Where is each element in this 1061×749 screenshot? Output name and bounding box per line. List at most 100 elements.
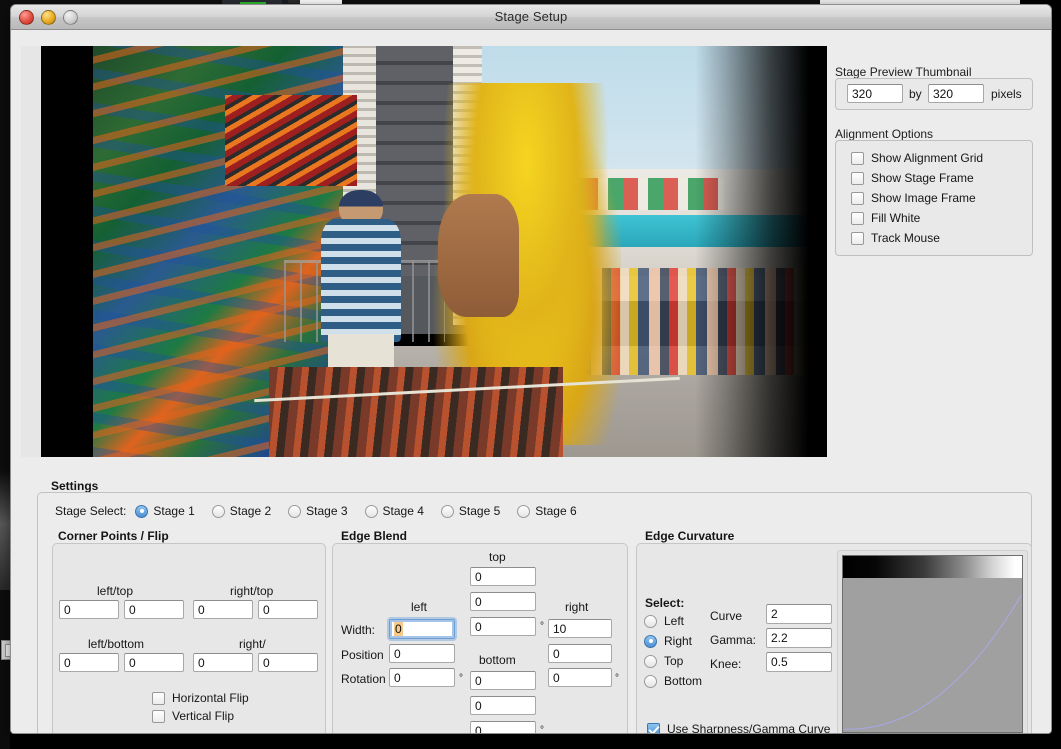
curvature-knee-input[interactable] xyxy=(766,652,832,672)
checkbox-box[interactable] xyxy=(851,191,864,205)
preview-edge-blend-overlay xyxy=(695,46,827,457)
degree-symbol-right: ° xyxy=(615,673,619,684)
checkbox-vertical-flip[interactable]: Vertical Flip xyxy=(152,709,234,723)
corner-right-bottom-x[interactable] xyxy=(193,653,253,672)
checkbox-horizontal-flip[interactable]: Horizontal Flip xyxy=(152,691,249,705)
gamma-curve-graph[interactable] xyxy=(837,550,1028,733)
radio-stage-5[interactable]: Stage 5 xyxy=(440,504,500,518)
checkbox-track-mouse[interactable]: Track Mouse xyxy=(851,231,940,245)
edge-blend-bottom-rotation[interactable] xyxy=(470,721,536,733)
label-gamma: Gamma: xyxy=(710,633,757,647)
label-rotation: Rotation xyxy=(341,672,386,686)
desktop-background: Stage Setup Stage Preview Thumbnail 320 … xyxy=(0,0,1061,749)
edge-blend-right-position[interactable] xyxy=(548,644,612,663)
radio-stage-6[interactable]: Stage 6 xyxy=(517,504,577,518)
edge-blend-title: Edge Blend xyxy=(341,529,408,543)
edge-blend-bottom-width[interactable] xyxy=(470,671,536,690)
alignment-group-label: Alignment Options xyxy=(835,127,934,141)
edge-blend-left-position[interactable] xyxy=(389,644,455,663)
label-bottom: bottom xyxy=(479,653,516,667)
stage-preview-image[interactable] xyxy=(41,46,827,457)
radio-dot[interactable] xyxy=(644,634,657,648)
background-left-window xyxy=(0,0,10,749)
edge-blend-right-rotation[interactable] xyxy=(548,668,612,687)
checkbox-box[interactable] xyxy=(851,151,864,165)
edge-blend-top-rotation[interactable] xyxy=(470,617,536,636)
radio-dot[interactable] xyxy=(211,504,225,518)
corner-points-title: Corner Points / Flip xyxy=(58,529,169,543)
label-right-bottom: right/ xyxy=(239,637,266,651)
stage-select-label: Stage Select: xyxy=(55,504,127,518)
radio-dot[interactable] xyxy=(288,504,302,518)
preview-letterbox-left xyxy=(41,46,93,457)
corner-right-bottom-y[interactable] xyxy=(258,653,318,672)
checkbox-label: Show Alignment Grid xyxy=(871,151,984,165)
thumbnail-width-input[interactable] xyxy=(847,84,903,103)
label-left-top: left/top xyxy=(97,584,134,598)
checkbox-box[interactable] xyxy=(152,709,165,723)
corner-left-bottom-x[interactable] xyxy=(59,653,119,672)
thumbnail-by-label: by xyxy=(909,87,922,101)
radio-dot[interactable] xyxy=(364,504,378,518)
stage-setup-window: Stage Setup Stage Preview Thumbnail 320 … xyxy=(10,4,1052,734)
stage-preview-panel[interactable] xyxy=(21,46,827,457)
radio-stage-2[interactable]: Stage 2 xyxy=(211,504,272,518)
label-curve: Curve xyxy=(710,609,743,623)
radio-dot[interactable] xyxy=(644,614,657,628)
corner-left-top-y[interactable] xyxy=(124,600,184,619)
label-knee: Knee: xyxy=(710,657,742,671)
degree-symbol-bottom: ° xyxy=(540,725,544,734)
radio-label: Left xyxy=(664,614,685,628)
degree-symbol-top: ° xyxy=(540,621,544,632)
checkbox-use-sharpness-gamma-curve[interactable]: Use Sharpness/Gamma Curve xyxy=(647,722,830,733)
edge-blend-left-rotation[interactable] xyxy=(389,668,455,687)
label-right: right xyxy=(565,600,589,614)
thumbnail-height-input[interactable] xyxy=(928,84,984,103)
checkbox-box[interactable] xyxy=(152,691,165,705)
checkbox-box[interactable] xyxy=(851,211,864,225)
curvature-gamma-input[interactable] xyxy=(766,628,832,648)
label-right-top: right/top xyxy=(230,584,274,598)
checkbox-show-stage-frame[interactable]: Show Stage Frame xyxy=(851,171,974,185)
thumbnail-group-label: Stage Preview Thumbnail xyxy=(835,65,972,79)
radio-curvature-top[interactable]: Top xyxy=(644,654,683,668)
radio-label: Stage 2 xyxy=(229,504,272,518)
corner-left-top-x[interactable] xyxy=(59,600,119,619)
corner-left-bottom-y[interactable] xyxy=(124,653,184,672)
edge-blend-bottom-position[interactable] xyxy=(470,696,536,715)
corner-right-top-x[interactable] xyxy=(193,600,253,619)
background-left-gradient xyxy=(0,470,10,590)
curvature-curve-input[interactable] xyxy=(766,604,832,624)
window-title: Stage Setup xyxy=(494,9,568,24)
radio-stage-1[interactable]: Stage 1 xyxy=(135,504,195,518)
radio-dot[interactable] xyxy=(440,504,454,518)
checkbox-show-image-frame[interactable]: Show Image Frame xyxy=(851,191,976,205)
checkbox-show-alignment-grid[interactable]: Show Alignment Grid xyxy=(851,151,983,165)
checkbox-fill-white[interactable]: Fill White xyxy=(851,211,920,225)
edge-blend-left-width[interactable]: 0 xyxy=(389,619,455,639)
radio-curvature-right[interactable]: Right xyxy=(644,634,692,648)
corner-right-top-y[interactable] xyxy=(258,600,318,619)
radio-stage-4[interactable]: Stage 4 xyxy=(364,504,424,518)
radio-dot[interactable] xyxy=(644,654,657,668)
radio-stage-3[interactable]: Stage 3 xyxy=(288,504,348,518)
window-titlebar[interactable]: Stage Setup xyxy=(11,5,1051,30)
radio-dot[interactable] xyxy=(644,674,657,688)
edge-curvature-select-label: Select: xyxy=(645,596,685,610)
checkbox-box[interactable] xyxy=(851,171,864,185)
radio-dot[interactable] xyxy=(135,504,149,518)
checkbox-box[interactable] xyxy=(647,722,660,733)
label-width: Width: xyxy=(341,623,376,637)
checkbox-label: Fill White xyxy=(871,211,921,225)
degree-symbol-left: ° xyxy=(459,673,463,684)
radio-dot[interactable] xyxy=(517,504,531,518)
edge-blend-top-width[interactable] xyxy=(470,567,536,586)
checkbox-box[interactable] xyxy=(851,231,864,245)
edge-blend-top-position[interactable] xyxy=(470,592,536,611)
checkbox-label: Vertical Flip xyxy=(172,709,235,723)
radio-curvature-bottom[interactable]: Bottom xyxy=(644,674,702,688)
checkbox-label: Show Image Frame xyxy=(871,191,976,205)
edge-blend-right-width[interactable] xyxy=(548,619,612,638)
radio-label: Stage 1 xyxy=(153,504,195,518)
radio-curvature-left[interactable]: Left xyxy=(644,614,684,628)
